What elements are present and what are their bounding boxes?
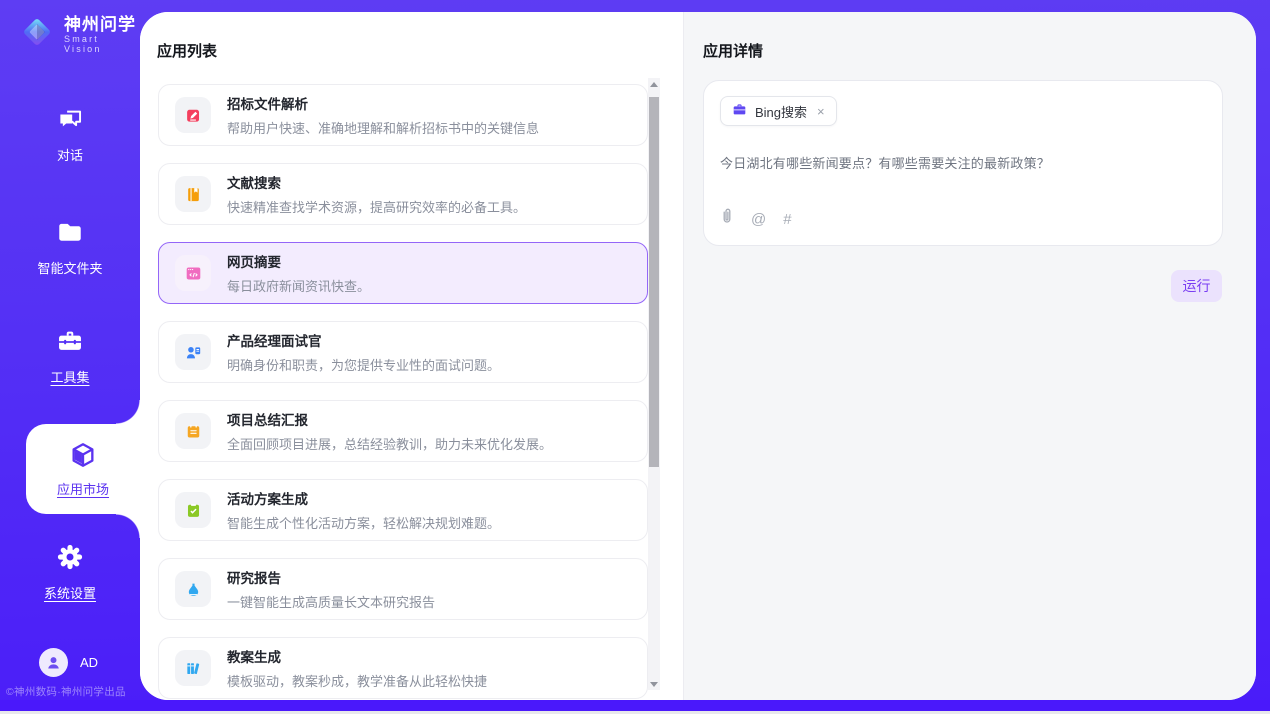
scrollbar-thumb[interactable] bbox=[649, 97, 659, 467]
toolbox-icon bbox=[56, 327, 84, 358]
app-list-title: 应用列表 bbox=[157, 40, 217, 61]
brand-name: 神州问学 bbox=[64, 15, 140, 35]
close-icon[interactable]: × bbox=[817, 104, 825, 119]
document-edit-icon bbox=[175, 97, 211, 133]
app-card-project-summary[interactable]: 项目总结汇报 全面回顾项目进展，总结经验教训，助力未来优化发展。 bbox=[158, 400, 648, 462]
sidebar: 神州问学 Smart Vision 对话 智能文件夹 bbox=[0, 0, 140, 700]
app-card-activity-plan[interactable]: 活动方案生成 智能生成个性化活动方案，轻松解决规划难题。 bbox=[158, 479, 648, 541]
sidebar-item-app-market[interactable]: 应用市场 bbox=[26, 424, 140, 514]
sidebar-item-label: 智能文件夹 bbox=[37, 258, 102, 277]
sidebar-item-toolset[interactable]: 工具集 bbox=[0, 327, 140, 386]
brand-subtitle: Smart Vision bbox=[64, 34, 140, 54]
tool-tag-label: Bing搜索 bbox=[755, 102, 807, 121]
bottom-bar bbox=[0, 700, 1270, 711]
user-name: AD bbox=[80, 655, 98, 670]
app-card-literature-search[interactable]: 文献搜索 快速精准查找学术资源，提高研究效率的必备工具。 bbox=[158, 163, 648, 225]
brand-logo: 神州问学 Smart Vision bbox=[18, 13, 140, 56]
composer-toolbar: @ # bbox=[720, 208, 1206, 230]
run-button[interactable]: 运行 bbox=[1171, 270, 1222, 302]
paperclip-icon[interactable] bbox=[720, 208, 734, 230]
app-card-lesson-plan[interactable]: 教案生成 模板驱动，教案秒成，教学准备从此轻松快捷 bbox=[158, 637, 648, 699]
user-avatar-icon bbox=[39, 648, 68, 677]
main-content: 应用列表 招标文件解析 帮助用户快速、准确地理解和解析招标书中的关键信息 bbox=[140, 12, 1256, 700]
tool-tag-bing-search[interactable]: Bing搜索 × bbox=[720, 96, 837, 126]
app-card-webpage-summary[interactable]: 网页摘要 每日政府新闻资讯快查。 bbox=[158, 242, 648, 304]
app-description: 每日政府新闻资讯快查。 bbox=[227, 276, 370, 295]
app-description: 全面回顾项目进展，总结经验教训，助力未来优化发展。 bbox=[227, 434, 552, 453]
scroll-up-icon[interactable] bbox=[648, 78, 660, 90]
app-description: 智能生成个性化活动方案，轻松解决规划难题。 bbox=[227, 513, 500, 532]
clipboard-check-icon bbox=[175, 492, 211, 528]
book-icon bbox=[175, 176, 211, 212]
app-title: 活动方案生成 bbox=[227, 488, 500, 508]
browser-code-icon bbox=[175, 255, 211, 291]
app-list-scrollbar[interactable] bbox=[648, 78, 660, 690]
prompt-card[interactable]: Bing搜索 × 今日湖北有哪些新闻要点？有哪些需要关注的最新政策？ @ # bbox=[703, 80, 1223, 246]
gear-icon bbox=[56, 543, 84, 574]
app-description: 一键智能生成高质量长文本研究报告 bbox=[227, 592, 435, 611]
hash-icon[interactable]: # bbox=[783, 212, 791, 227]
app-title: 教案生成 bbox=[227, 646, 487, 666]
chat-icon bbox=[57, 106, 84, 136]
copyright-text: ©神州数码·神州问学出品 bbox=[6, 684, 140, 699]
app-description: 帮助用户快速、准确地理解和解析招标书中的关键信息 bbox=[227, 118, 539, 137]
at-icon[interactable]: @ bbox=[751, 212, 766, 227]
research-report-icon bbox=[175, 571, 211, 607]
app-description: 快速精准查找学术资源，提高研究效率的必备工具。 bbox=[227, 197, 526, 216]
scroll-down-icon[interactable] bbox=[648, 678, 660, 690]
notepad-icon bbox=[175, 413, 211, 449]
app-title: 研究报告 bbox=[227, 567, 435, 587]
prompt-text[interactable]: 今日湖北有哪些新闻要点？有哪些需要关注的最新政策？ bbox=[720, 153, 1206, 172]
folder-icon bbox=[56, 218, 84, 249]
briefcase-icon bbox=[732, 102, 747, 120]
sidebar-item-label: 系统设置 bbox=[44, 583, 96, 602]
sidebar-item-smart-folder[interactable]: 智能文件夹 bbox=[0, 218, 140, 277]
app-title: 网页摘要 bbox=[227, 251, 370, 271]
app-description: 模板驱动，教案秒成，教学准备从此轻松快捷 bbox=[227, 671, 487, 690]
sidebar-item-settings[interactable]: 系统设置 bbox=[0, 543, 140, 602]
app-title: 项目总结汇报 bbox=[227, 409, 552, 429]
sidebar-item-label: 工具集 bbox=[50, 367, 89, 386]
sidebar-item-label: 应用市场 bbox=[57, 479, 109, 498]
books-icon bbox=[175, 650, 211, 686]
interviewer-icon bbox=[175, 334, 211, 370]
app-window: 神州问学 Smart Vision 对话 智能文件夹 bbox=[0, 0, 1270, 714]
sidebar-item-chat[interactable]: 对话 bbox=[0, 106, 140, 164]
sidebar-item-label: 对话 bbox=[57, 145, 83, 164]
app-title: 招标文件解析 bbox=[227, 93, 539, 113]
cube-icon bbox=[69, 441, 97, 472]
app-list-panel: 应用列表 招标文件解析 帮助用户快速、准确地理解和解析招标书中的关键信息 bbox=[140, 12, 683, 700]
app-card-pm-interviewer[interactable]: 产品经理面试官 明确身份和职责，为您提供专业性的面试问题。 bbox=[158, 321, 648, 383]
app-title: 文献搜索 bbox=[227, 172, 526, 192]
brand-diamond-icon bbox=[18, 13, 56, 56]
app-detail-panel: 应用详情 Bing搜索 × 今日湖北有哪些新闻要点？有哪些需要关注的最新政策？ bbox=[683, 12, 1256, 700]
app-title: 产品经理面试官 bbox=[227, 330, 500, 350]
app-description: 明确身份和职责，为您提供专业性的面试问题。 bbox=[227, 355, 500, 374]
app-list: 招标文件解析 帮助用户快速、准确地理解和解析招标书中的关键信息 文献搜索 bbox=[158, 84, 648, 700]
app-card-research-report[interactable]: 研究报告 一键智能生成高质量长文本研究报告 bbox=[158, 558, 648, 620]
user-account[interactable]: AD bbox=[39, 648, 98, 677]
app-card-tender-parsing[interactable]: 招标文件解析 帮助用户快速、准确地理解和解析招标书中的关键信息 bbox=[158, 84, 648, 146]
app-detail-title: 应用详情 bbox=[703, 40, 763, 61]
